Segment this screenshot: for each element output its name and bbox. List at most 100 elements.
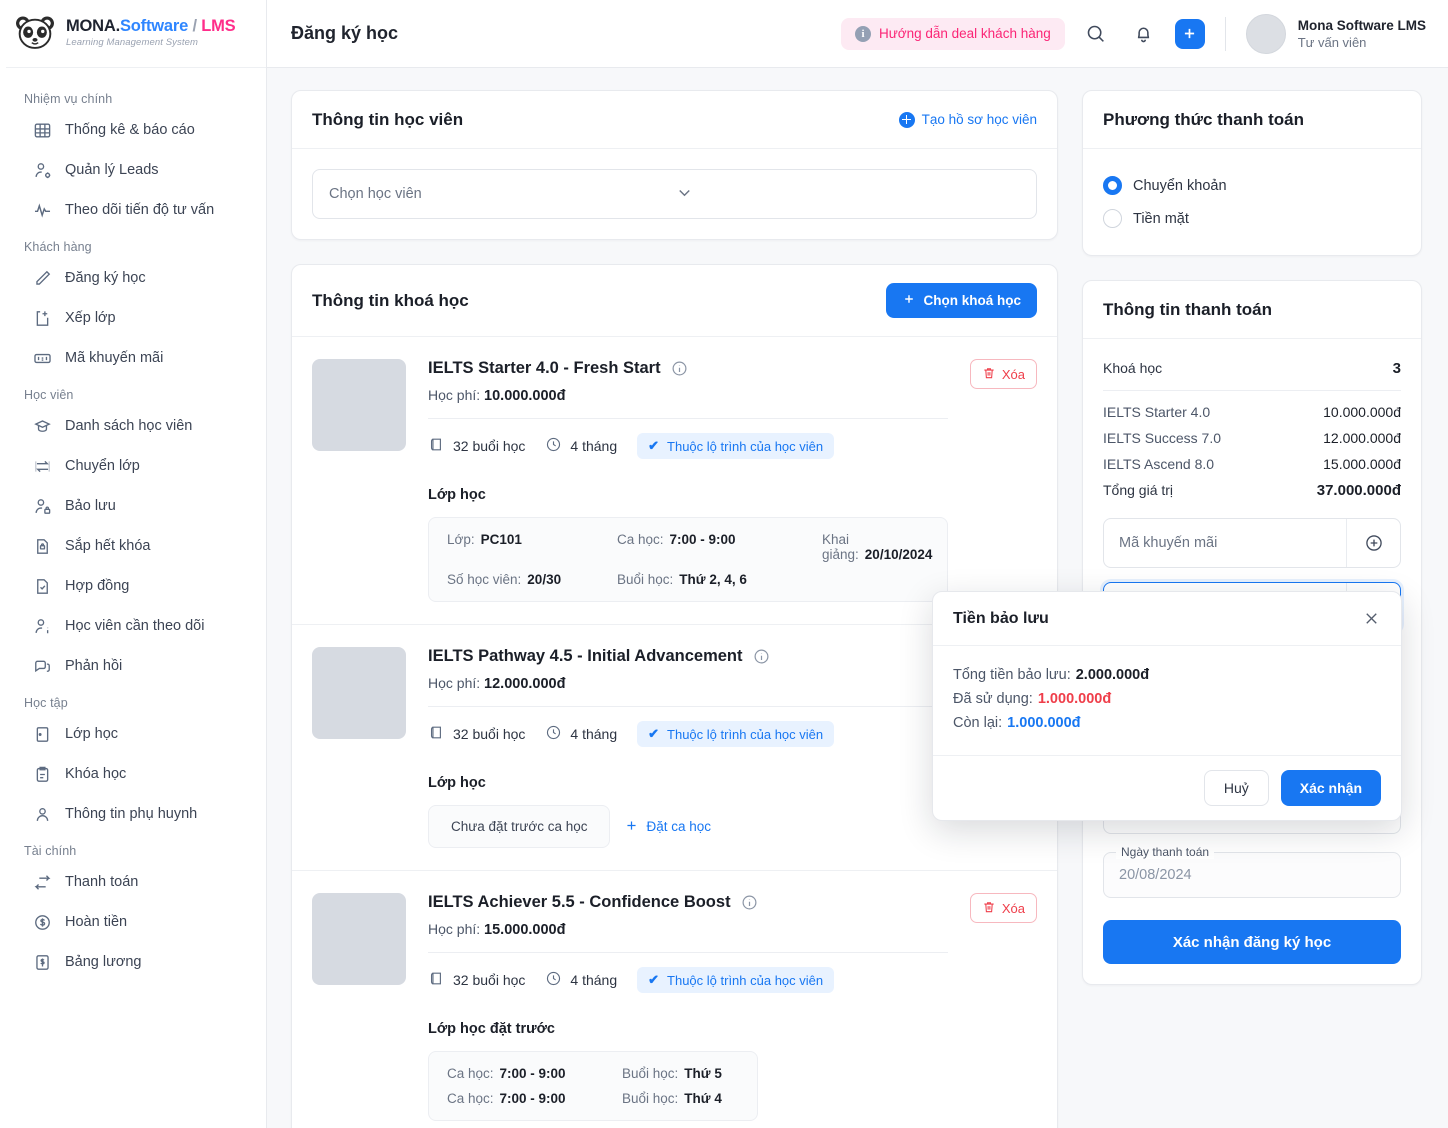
- file-lock-icon: [33, 537, 52, 556]
- course-details: IELTS Starter 4.0 - Fresh Start Học phí:…: [428, 359, 948, 602]
- brand-header[interactable]: MONA.Software / LMS Learning Management …: [0, 0, 266, 68]
- slot-day-label: Buổi học:: [622, 1091, 679, 1106]
- slot-shift-value: 7:00 - 9:00: [499, 1091, 566, 1106]
- brand-subtitle: Learning Management System: [66, 36, 198, 48]
- course-info-title: Thông tin khoá học: [312, 290, 469, 310]
- course-duration-label: 4 tháng: [570, 972, 618, 988]
- slot-shift-field: Ca học: 7:00 - 9:00: [447, 1066, 622, 1081]
- sidebar: MONA.Software / LMS Learning Management …: [0, 0, 267, 1128]
- sidebar-item-hoan-tien[interactable]: Hoàn tiền: [0, 902, 266, 942]
- clock-icon: [545, 970, 562, 990]
- sidebar-item-hop-dong[interactable]: Hợp đồng: [0, 566, 266, 606]
- course-title-line: IELTS Starter 4.0 - Fresh Start: [428, 359, 948, 378]
- info-circle-icon[interactable]: [671, 360, 688, 377]
- guide-pill-button[interactable]: i Hướng dẫn deal khách hàng: [840, 17, 1065, 50]
- class-code-field: Lớp: PC101: [447, 532, 617, 562]
- info-circle-icon[interactable]: [753, 648, 770, 665]
- radio-label: Chuyển khoản: [1133, 177, 1227, 194]
- sidebar-item-phan-hoi[interactable]: Phản hồi: [0, 646, 266, 686]
- sidebar-item-label: Thanh toán: [65, 874, 139, 890]
- sidebar-item-xep-lop[interactable]: Xếp lớp: [0, 298, 266, 338]
- swap-icon: [33, 457, 52, 476]
- transfer-icon: [33, 873, 52, 892]
- course-info-header: Thông tin khoá học Chọn khoá học: [292, 265, 1057, 337]
- payment-method-body: Chuyển khoản Tiền mặt: [1083, 149, 1421, 255]
- user-menu[interactable]: Mona Software LMS Tư vấn viên: [1245, 13, 1426, 54]
- sidebar-item-quan-ly-leads[interactable]: Quản lý Leads: [0, 150, 266, 190]
- confirm-registration-button[interactable]: Xác nhận đăng ký học: [1103, 920, 1401, 964]
- radio-indicator-selected[interactable]: [1103, 176, 1122, 195]
- sidebar-item-khoa-hoc[interactable]: Khóa học: [0, 754, 266, 794]
- bell-icon[interactable]: [1127, 17, 1161, 51]
- book-sessions-icon: [428, 970, 445, 990]
- sidebar-item-chuyen-lop[interactable]: Chuyển lớp: [0, 446, 266, 486]
- sidebar-item-danh-sach-hoc-vien[interactable]: Danh sách học viên: [0, 406, 266, 446]
- sidebar-item-label: Hoàn tiền: [65, 914, 128, 930]
- course-title: IELTS Pathway 4.5 - Initial Advancement: [428, 647, 743, 665]
- activity-icon: [33, 201, 52, 220]
- sidebar-item-theo-doi-tien-do-tu-van[interactable]: Theo dõi tiến độ tư vấn: [0, 190, 266, 230]
- payment-date-label: Ngày thanh toán: [1116, 845, 1215, 859]
- modal-footer: Huỷ Xác nhận: [933, 755, 1401, 820]
- class-code-value: PC101: [480, 532, 522, 547]
- sidebar-item-hoc-vien-can-theo-doi[interactable]: Học viên cần theo dõi: [0, 606, 266, 646]
- panda-logo-icon: [14, 14, 56, 52]
- pick-course-button[interactable]: Chọn khoá học: [885, 283, 1037, 318]
- class-detail-box: Lớp: PC101 Ca học: 7:00 - 9:00 Khai giảng:…: [428, 517, 948, 602]
- radio-indicator[interactable]: [1103, 209, 1122, 228]
- sidebar-item-thanh-toan[interactable]: Thanh toán: [0, 862, 266, 902]
- class-shift-field: Ca học: 7:00 - 9:00: [617, 532, 822, 562]
- sidebar-item-lop-hoc[interactable]: Lớp học: [0, 714, 266, 754]
- delete-course-button[interactable]: Xóa: [969, 359, 1037, 389]
- student-info-card: Thông tin học viên Tạo hồ sơ học viên Ch…: [291, 90, 1058, 240]
- brand-lms: LMS: [201, 16, 236, 35]
- sidebar-item-ma-khuyen-mai[interactable]: Mã khuyến mãi: [0, 338, 266, 378]
- fee-value: 10.000.000đ: [484, 388, 566, 404]
- clipboard-icon: [33, 765, 52, 784]
- create-student-profile-link[interactable]: Tạo hồ sơ học viên: [898, 111, 1037, 128]
- class-start-label: Khai giảng:: [822, 532, 859, 562]
- radio-tien-mat[interactable]: Tiền mặt: [1103, 202, 1401, 235]
- check-icon: ✔: [648, 726, 660, 741]
- info-circle-icon[interactable]: [741, 894, 758, 911]
- sidebar-item-dang-ky-hoc[interactable]: Đăng ký học: [0, 258, 266, 298]
- sidebar-item-sap-het-khoa[interactable]: Sắp hết khóa: [0, 526, 266, 566]
- sidebar-item-label: Danh sách học viên: [65, 418, 193, 434]
- payment-date-field[interactable]: Ngày thanh toán 20/08/2024: [1103, 845, 1401, 898]
- radio-chuyen-khoan[interactable]: Chuyển khoản: [1103, 169, 1401, 202]
- book-shift-link[interactable]: Đặt ca học: [624, 818, 711, 836]
- close-icon[interactable]: [1362, 609, 1381, 628]
- sidebar-item-bao-luu[interactable]: Bảo lưu: [0, 486, 266, 526]
- class-section-label: Lớp học đặt trước: [428, 1021, 555, 1037]
- slot-shift-label: Ca học:: [447, 1066, 494, 1081]
- search-icon[interactable]: [1079, 17, 1113, 51]
- door-icon: [33, 725, 52, 744]
- sidebar-item-thong-tin-phu-huynh[interactable]: Thông tin phụ huynh: [0, 794, 266, 834]
- sidebar-item-label: Hợp đồng: [65, 578, 130, 594]
- chevron-down-icon: [675, 183, 1021, 206]
- delete-course-button[interactable]: Xóa: [969, 893, 1037, 923]
- cancel-button[interactable]: Huỷ: [1203, 770, 1269, 806]
- promo-code-input[interactable]: [1104, 519, 1346, 567]
- ticket-icon: [33, 349, 52, 368]
- sidebar-item-thong-ke-bao-cao[interactable]: Thống kê & báo cáo: [0, 110, 266, 150]
- course-duration: 4 tháng: [545, 970, 617, 990]
- sidebar-item-label: Khóa học: [65, 766, 127, 782]
- payment-item-value: 10.000.000đ: [1323, 404, 1401, 420]
- confirm-button[interactable]: Xác nhận: [1280, 770, 1381, 806]
- course-duration-label: 4 tháng: [570, 438, 618, 454]
- payment-method-header: Phương thức thanh toán: [1083, 91, 1421, 149]
- sidebar-item-bang-luong[interactable]: Bảng lương: [0, 942, 266, 982]
- pick-course-label: Chọn khoá học: [923, 293, 1022, 308]
- add-button[interactable]: [1174, 18, 1205, 49]
- promo-code-field[interactable]: [1103, 518, 1401, 568]
- student-select-placeholder: Chọn học viên: [329, 186, 422, 202]
- student-select[interactable]: Chọn học viên: [312, 169, 1037, 219]
- payment-item-row: IELTS Success 7.0 12.000.000đ: [1103, 425, 1401, 451]
- sidebar-item-label: Học viên cần theo dõi: [65, 618, 205, 634]
- fee-value: 15.000.000đ: [484, 922, 566, 938]
- promo-add-button[interactable]: [1346, 519, 1400, 567]
- create-student-profile-label: Tạo hồ sơ học viên: [921, 112, 1037, 127]
- book-shift-label: Đặt ca học: [646, 819, 712, 834]
- student-info-title: Thông tin học viên: [312, 109, 464, 129]
